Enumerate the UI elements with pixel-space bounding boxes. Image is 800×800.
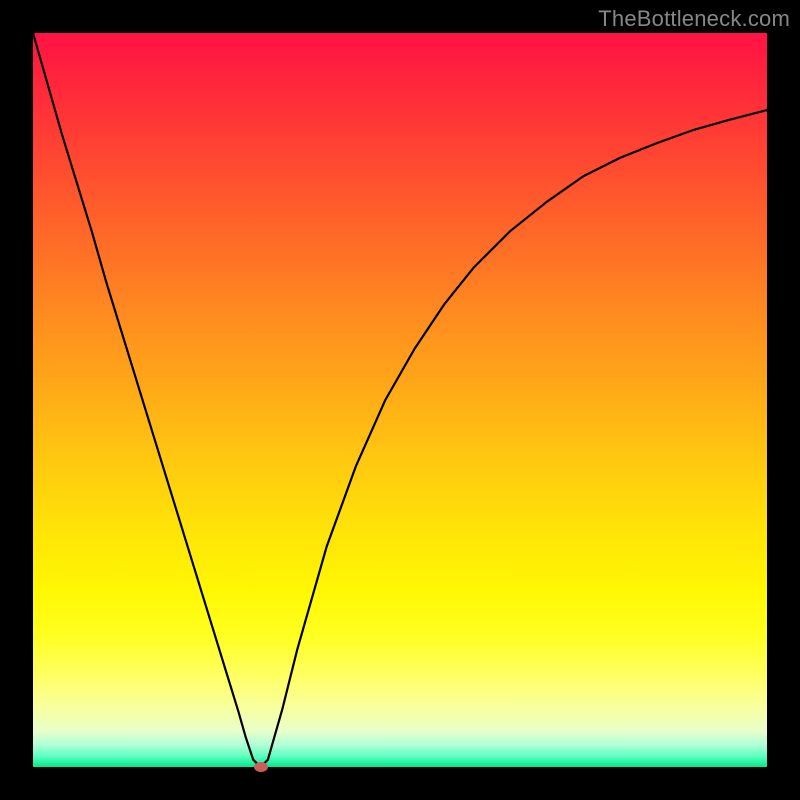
plot-area bbox=[33, 33, 767, 767]
watermark-text: TheBottleneck.com bbox=[598, 6, 790, 32]
bottleneck-curve bbox=[33, 33, 767, 767]
chart-frame: TheBottleneck.com bbox=[0, 0, 800, 800]
optimal-point-marker bbox=[254, 762, 268, 772]
